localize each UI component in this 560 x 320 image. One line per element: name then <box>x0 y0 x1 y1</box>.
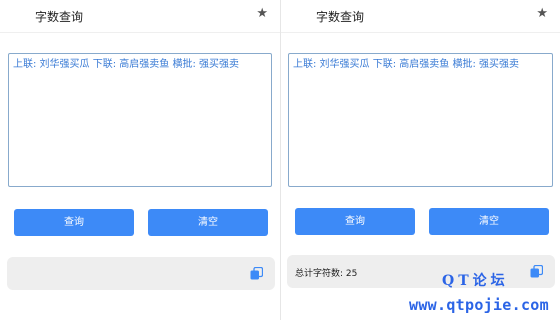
star-icon[interactable]: ★ <box>536 6 548 21</box>
page-title: 字数查询 <box>316 10 365 24</box>
left-screen: 字数查询 ★ 上联: 刘华强买瓜 下联: 高启强卖鱼 横批: 强买强卖 查询 清… <box>0 0 280 320</box>
page-title: 字数查询 <box>35 10 84 24</box>
result-text: 总计字符数: 25 <box>295 269 358 279</box>
watermark-title: QT论坛 <box>442 273 509 289</box>
query-button[interactable]: 查询 <box>295 208 415 235</box>
text-input[interactable]: 上联: 刘华强买瓜 下联: 高启强卖鱼 横批: 强买强卖 <box>8 53 272 187</box>
clear-button[interactable]: 清空 <box>148 209 268 236</box>
star-icon[interactable]: ★ <box>256 6 268 21</box>
header: 字数查询 ★ <box>0 0 280 33</box>
right-screen: 字数查询 ★ 上联: 刘华强买瓜 下联: 高启强卖鱼 横批: 强买强卖 查询 清… <box>281 0 560 320</box>
query-button[interactable]: 查询 <box>14 209 134 236</box>
copy-icon[interactable] <box>250 267 263 280</box>
result-box <box>7 257 275 290</box>
copy-icon[interactable] <box>530 265 543 278</box>
header: 字数查询 ★ <box>281 0 560 33</box>
watermark-url: www.qtpojie.com <box>409 296 549 314</box>
clear-button[interactable]: 清空 <box>429 208 549 235</box>
result-box: 总计字符数: 25 <box>287 255 555 288</box>
text-input[interactable]: 上联: 刘华强买瓜 下联: 高启强卖鱼 横批: 强买强卖 <box>288 53 553 187</box>
